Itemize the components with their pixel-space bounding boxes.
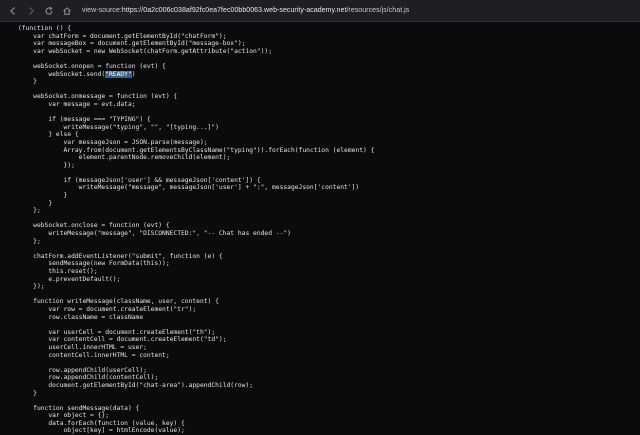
source-line <box>18 215 374 223</box>
back-arrow-icon[interactable] <box>6 4 20 18</box>
browser-toolbar: view-source:https://0a2c006c038af92fc0ea… <box>0 0 640 22</box>
source-line: var message = evt.data; <box>18 100 136 108</box>
source-line: Array.from(document.getElementsByClassNa… <box>18 146 375 154</box>
source-line: webSocket.onclose = function (evt) { <box>18 222 170 230</box>
source-line <box>18 291 374 299</box>
source-line: contentCell.innerHTML = content; <box>18 351 170 359</box>
source-line: writeMessage("typing", "", "[typing...]"… <box>18 123 219 131</box>
source-line: if (message === "TYPING") { <box>18 116 151 124</box>
source-line: }); <box>18 283 45 291</box>
source-line: webSocket.send("READY") <box>18 70 136 78</box>
source-line: } <box>18 389 37 397</box>
url-host: https://0a2c006c038af92fc0ea7fec00bb0063… <box>121 7 347 14</box>
source-line: }; <box>18 237 41 245</box>
source-line: document.getElementById("chat-area").app… <box>18 381 254 389</box>
source-line: data.forEach(function (value, key) { <box>18 419 185 427</box>
source-line: (function () { <box>18 25 72 32</box>
source-line: } <box>18 199 53 207</box>
source-line: var userCell = document.createElement("t… <box>18 328 216 336</box>
source-line: var row = document.createElement("tr"); <box>18 305 197 313</box>
source-line <box>18 55 374 63</box>
source-line: sendMessage(new FormData(this)); <box>18 260 170 268</box>
url-scheme: view-source: <box>82 7 122 14</box>
source-line: webSocket.onopen = function (evt) { <box>18 62 166 70</box>
source-line: element.parentNode.removeChild(element); <box>18 154 231 162</box>
source-line <box>18 321 374 329</box>
source-code: (function () { var chatForm = document.g… <box>18 25 374 435</box>
source-line: var object = {}; <box>18 412 109 420</box>
url-text[interactable]: view-source:https://0a2c006c038af92fc0ea… <box>82 7 409 14</box>
source-line: var webSocket = new WebSocket(chatForm.g… <box>18 47 273 55</box>
source-line: if (messageJson['user'] && messageJson['… <box>18 176 261 184</box>
source-line: writeMessage("message", "DISCONNECTED:",… <box>18 230 291 238</box>
source-line: var messageBox = document.getElementById… <box>18 40 246 48</box>
source-line <box>18 245 374 253</box>
reload-icon[interactable] <box>42 4 56 18</box>
address-bar[interactable]: view-source:https://0a2c006c038af92fc0ea… <box>82 3 409 18</box>
source-line: }); <box>18 161 75 169</box>
source-line: object[key] = htmlEncode(value); <box>18 427 185 435</box>
source-line <box>18 169 374 177</box>
source-line <box>18 109 374 117</box>
source-line: } else { <box>18 131 79 139</box>
source-line: function writeMessage(className, user, c… <box>18 298 219 306</box>
selected-text-highlight: "READY" <box>105 70 132 78</box>
source-line: row.className = className <box>18 313 144 321</box>
source-line: userCell.innerHTML = user; <box>18 343 147 351</box>
source-line: e.preventDefault(); <box>18 275 121 283</box>
source-line: webSocket.onmessage = function (evt) { <box>18 93 178 101</box>
home-icon[interactable] <box>60 4 74 18</box>
source-line: writeMessage("message", messageJson['use… <box>18 184 360 192</box>
source-line: }; <box>18 207 41 215</box>
source-line <box>18 359 374 367</box>
forward-arrow-icon[interactable] <box>24 4 38 18</box>
source-line: this.reset(); <box>18 268 98 275</box>
source-line: var chatForm = document.getElementById("… <box>18 32 227 40</box>
source-line: function sendMessage(data) { <box>18 404 140 412</box>
source-line: } <box>18 78 37 86</box>
source-line: } <box>18 192 68 200</box>
url-path: /resources/js/chat.js <box>346 7 410 14</box>
source-line: var contentCell = document.createElement… <box>18 336 227 344</box>
source-line: chatForm.addEventListener("submit", func… <box>18 252 223 260</box>
source-line: var messageJson = JSON.parse(message); <box>18 138 208 146</box>
view-source-content: (function () { var chatForm = document.g… <box>0 23 640 434</box>
source-line: row.appendChild(userCell); <box>18 366 147 374</box>
source-line <box>18 397 374 405</box>
source-line <box>18 86 374 94</box>
source-line: row.appendChild(contentCell); <box>18 374 159 382</box>
